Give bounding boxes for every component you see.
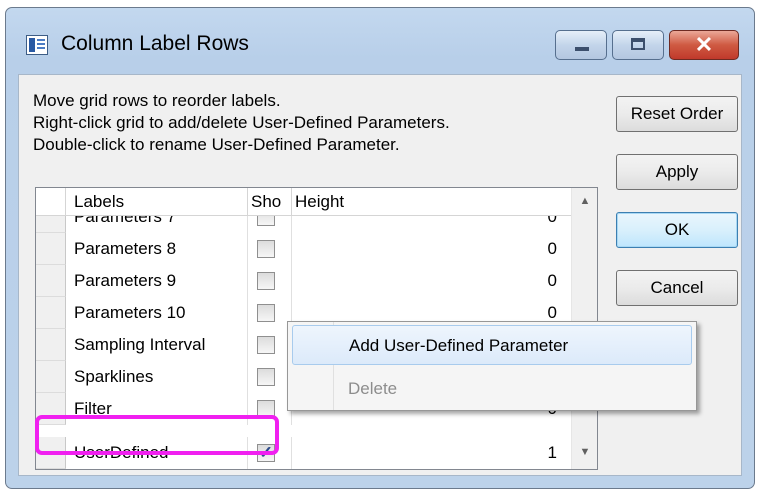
row-header[interactable] [36,329,66,361]
show-checkbox[interactable] [257,368,275,386]
scroll-up-icon[interactable]: ▲ [572,195,597,207]
column-header-show[interactable]: Sho [248,188,292,216]
height-cell[interactable]: 0 [292,233,567,265]
annotation-highlight [35,415,279,455]
label-cell[interactable]: Parameters 9 [66,265,248,297]
app-window-icon [26,35,48,55]
height-cell[interactable]: 0 [292,265,567,297]
table-row[interactable]: Parameters 9 0 [36,265,571,297]
table-row[interactable]: Parameters 7 0 [36,216,571,233]
label-cell[interactable]: Sampling Interval [66,329,248,361]
row-header[interactable] [36,297,66,329]
apply-button[interactable]: Apply [616,154,738,190]
row-header[interactable] [36,216,66,233]
grid-corner-header [36,188,66,216]
row-header[interactable] [36,233,66,265]
show-checkbox[interactable] [257,216,275,226]
scroll-down-icon[interactable]: ▼ [572,446,597,458]
row-header[interactable] [36,265,66,297]
close-icon: ✕ [694,32,714,57]
menu-item-add-user-defined-parameter[interactable]: Add User-Defined Parameter [292,325,692,365]
show-checkbox[interactable] [257,304,275,322]
label-cell[interactable]: Parameters 8 [66,233,248,265]
show-checkbox[interactable] [257,240,275,258]
height-cell[interactable]: 1 [292,437,567,469]
show-cell[interactable] [248,265,292,297]
label-cell[interactable]: Parameters 10 [66,297,248,329]
table-row[interactable]: Parameters 8 0 [36,233,571,265]
height-cell[interactable]: 0 [292,216,567,233]
show-cell[interactable] [248,233,292,265]
cancel-button[interactable]: Cancel [616,270,738,306]
menu-item-delete[interactable]: Delete [292,369,692,409]
context-menu: Add User-Defined Parameter Delete [287,321,697,411]
show-cell[interactable] [248,297,292,329]
maximize-icon [631,38,645,50]
label-cell[interactable]: Parameters 7 [66,216,248,233]
title-bar[interactable]: Column Label Rows ✕ [6,8,754,70]
instruction-line: Move grid rows to reorder labels. [33,91,281,110]
show-cell[interactable] [248,216,292,233]
column-header-labels[interactable]: Labels [66,188,248,216]
instruction-line: Right-click grid to add/delete User-Defi… [33,113,450,132]
reset-order-button[interactable]: Reset Order [616,96,738,132]
show-checkbox[interactable] [257,336,275,354]
show-cell[interactable] [248,361,292,393]
maximize-button[interactable] [612,30,664,60]
show-cell[interactable] [248,329,292,361]
instructions: Move grid rows to reorder labels. Right-… [33,90,450,156]
column-header-height[interactable]: Height [292,188,573,216]
instruction-line: Double-click to rename User-Defined Para… [33,135,400,154]
ok-button[interactable]: OK [616,212,738,248]
minimize-icon [575,47,589,51]
minimize-button[interactable] [555,30,607,60]
label-cell[interactable]: Sparklines [66,361,248,393]
close-button[interactable]: ✕ [669,30,739,60]
row-header[interactable] [36,361,66,393]
window-title: Column Label Rows [61,32,249,55]
show-checkbox[interactable] [257,272,275,290]
